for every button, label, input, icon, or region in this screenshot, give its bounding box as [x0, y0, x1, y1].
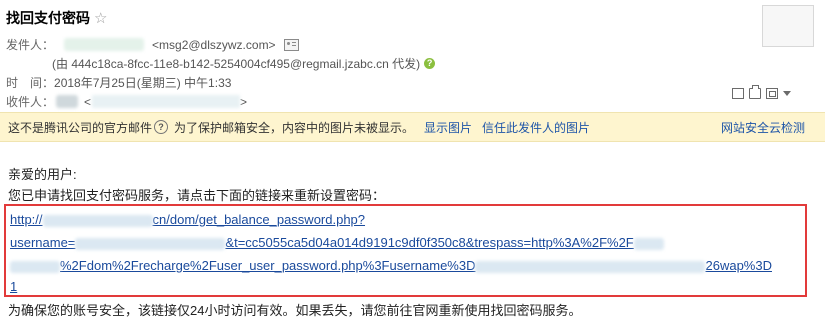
star-icon[interactable]: ☆	[94, 11, 107, 26]
sender-via: (由 444c18ca-8fcc-11e8-b142-5254004cf495@…	[52, 57, 421, 71]
reset-link-line-2[interactable]: username= &t=cc5055ca5d04a014d9191c9df0f3…	[10, 235, 664, 250]
link-token-params[interactable]: &t=cc5055ca5d04a014d9191c9df0f350c8&tres…	[225, 235, 633, 250]
sender-avatar[interactable]	[762, 5, 814, 47]
trust-sender-images-link[interactable]: 信任此发件人的图片	[482, 119, 590, 136]
sender-label: 发件人：	[6, 38, 55, 52]
question-icon[interactable]: ?	[154, 120, 169, 134]
recipient-open-bracket: <	[84, 94, 92, 109]
link-username-param[interactable]: username=	[10, 235, 75, 250]
intro-text: 您已申请找回支付密码服务，请点击下面的链接来重新设置密码：	[8, 188, 386, 203]
contact-card-icon[interactable]	[283, 38, 299, 51]
reset-link-line-3[interactable]: %2Fdom%2Frecharge%2Fuser_user_password.p…	[10, 258, 772, 273]
security-footer-text: 为确保您的账号安全，该链接仅24小时访问有效。如果丢失，请您前往官网重新使用找回…	[8, 303, 582, 318]
link-scheme[interactable]: http://	[10, 212, 43, 227]
link-domain-redacted[interactable]	[42, 214, 153, 227]
dropdown-arrow-icon[interactable]	[783, 91, 791, 96]
expand-icon[interactable]	[766, 88, 778, 99]
time-label: 时 间：	[6, 76, 55, 90]
link-wap-param[interactable]: 26wap%3D	[705, 258, 772, 273]
reset-link-line-1[interactable]: http:// cn/dom/get_balance_password.php?	[10, 212, 365, 227]
time-value: 2018年7月25日(星期三) 中午1:33	[54, 76, 232, 90]
recipient-name-redacted[interactable]	[56, 95, 79, 108]
security-check-link[interactable]: 网站安全云检测	[721, 119, 805, 136]
not-official-warning: 这不是腾讯公司的官方邮件	[8, 120, 153, 135]
image-protection-text: 为了保护邮箱安全，内容中的图片未被显示。	[174, 120, 415, 135]
greeting: 亲爱的用户:	[8, 167, 77, 182]
recipient-email-redacted[interactable]	[92, 95, 241, 108]
new-window-icon[interactable]	[732, 86, 745, 99]
recipient-row: 收件人： < >	[6, 93, 247, 110]
mail-toolbar	[732, 85, 791, 99]
link-recharge-path[interactable]: %2Fdom%2Frecharge%2Fuser_user_password.p…	[60, 258, 475, 273]
link-end[interactable]: 1	[10, 279, 17, 294]
reset-link-highlight-box: http://cn/dom/get_balance_password.php? …	[4, 204, 807, 297]
mail-body: 亲爱的用户: 您已申请找回支付密码服务，请点击下面的链接来重新设置密码： htt…	[0, 142, 825, 322]
help-icon[interactable]: ?	[424, 58, 436, 69]
show-images-link[interactable]: 显示图片	[424, 119, 472, 136]
link-host-redacted[interactable]	[10, 260, 60, 273]
sender-name-redacted[interactable]	[64, 38, 145, 51]
reset-link-line-4[interactable]: 1	[10, 279, 17, 294]
sender-email[interactable]: <msg2@dlszywz.com>	[152, 38, 276, 52]
link-query-redacted[interactable]	[475, 260, 706, 273]
link-path[interactable]: cn/dom/get_balance_password.php?	[153, 212, 365, 227]
mail-header: 找回支付密码 ☆ 发件人： <msg2@dlszywz.com> (由 444c…	[0, 0, 825, 112]
mail-subject: 找回支付密码	[6, 10, 90, 26]
subject-row: 找回支付密码 ☆	[6, 8, 107, 28]
sender-row: 发件人： <msg2@dlszywz.com>	[6, 36, 299, 53]
print-icon[interactable]	[749, 85, 761, 99]
link-username-redacted[interactable]	[75, 237, 226, 250]
recipient-label: 收件人：	[6, 95, 55, 109]
recipient-close-bracket: >	[240, 94, 248, 109]
image-blocked-notice: 这不是腾讯公司的官方邮件 ? 为了保护邮箱安全，内容中的图片未被显示。 显示图片…	[0, 112, 825, 142]
time-row: 时 间： 2018年7月25日(星期三) 中午1:33	[6, 74, 231, 91]
link-tail-redacted[interactable]	[633, 237, 664, 250]
sender-via-row: (由 444c18ca-8fcc-11e8-b142-5254004cf495@…	[6, 55, 436, 72]
